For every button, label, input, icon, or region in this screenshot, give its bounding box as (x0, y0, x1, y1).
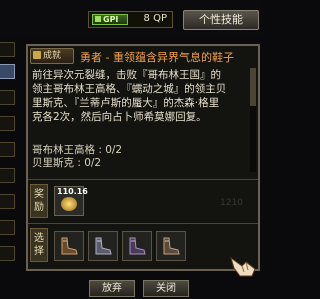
side-tab[interactable] (0, 42, 15, 57)
side-tab[interactable] (0, 220, 15, 235)
quest-objectives: 哥布林王高格 : 0/2 贝里斯克 : 0/2 (32, 144, 122, 170)
gold-coin-icon (61, 197, 77, 211)
quest-title-row: 成就 勇者 - 重领蕴含异界气息的鞋子 (30, 48, 256, 66)
boots-icon (61, 237, 78, 255)
reward-gold-item[interactable]: 110.16 (54, 186, 88, 216)
choose-label-text: 选择 (34, 233, 44, 257)
achievement-tag: 成就 (30, 48, 74, 64)
left-side-tabs (0, 38, 18, 299)
boots-icon (95, 237, 112, 255)
choice-boots-1[interactable] (54, 231, 84, 261)
side-tab[interactable] (0, 116, 15, 131)
currency-display: GPI 8 QP (88, 11, 173, 28)
description-scrollbar[interactable] (250, 68, 256, 172)
choose-reward-row: 选择 (28, 223, 258, 269)
close-button[interactable]: 关闭 (143, 280, 189, 297)
qp-amount: 8 QP (143, 13, 167, 24)
objective-item: 哥布林王高格 : 0/2 (32, 144, 123, 156)
choose-label: 选择 (30, 228, 48, 262)
quest-description: 前往异次元裂缝，击败『哥布林王国』的 领主哥布林王高格、『蠕动之城』的领主贝 里… (32, 68, 254, 124)
boots-icon (163, 237, 180, 255)
gpi-badge: GPI (92, 14, 128, 25)
side-tab-active[interactable] (0, 64, 15, 79)
side-tab[interactable] (0, 168, 15, 183)
objective-item: 贝里斯克 : 0/2 (32, 157, 102, 169)
description-line: 里斯克、『兰蒂卢斯的蜃大』的杰森·格里 (32, 97, 220, 109)
reward-row: 奖励 110.16 1210 (28, 179, 258, 222)
top-bar: GPI 8 QP 个性技能 (0, 0, 263, 36)
gpi-label: GPI (103, 15, 119, 24)
side-tab[interactable] (0, 90, 15, 105)
side-tab[interactable] (0, 246, 15, 261)
side-tab[interactable] (0, 142, 15, 157)
hand-cursor-icon (230, 256, 256, 277)
quest-detail-panel: 成就 勇者 - 重领蕴含异界气息的鞋子 前往异次元裂缝，击败『哥布林王国』的 领… (26, 44, 260, 271)
quest-title: 勇者 - 重领蕴含异界气息的鞋子 (80, 51, 234, 64)
personal-skill-button[interactable]: 个性技能 (183, 10, 259, 30)
description-line: 克各2次，然后向占卜师希莫娜回复。 (32, 111, 207, 123)
description-line: 领主哥布林王高格、『蠕动之城』的领主贝 (32, 83, 227, 95)
reward-label: 奖励 (30, 184, 48, 218)
scrollbar-thumb[interactable] (250, 68, 256, 106)
choice-boots-4[interactable] (156, 231, 186, 261)
side-tab[interactable] (0, 194, 15, 209)
choice-boots-2[interactable] (88, 231, 118, 261)
reward-quantity: 110.16 (57, 187, 88, 196)
abandon-button[interactable]: 放弃 (89, 280, 135, 297)
choice-boots-3[interactable] (122, 231, 152, 261)
achievement-icon (33, 51, 41, 59)
boots-icon (129, 237, 146, 255)
tag-label: 成就 (43, 51, 62, 61)
faint-text: 1210 (220, 198, 243, 208)
check-icon (95, 16, 101, 22)
reward-label-text: 奖励 (34, 189, 44, 213)
description-line: 前往异次元裂缝，击败『哥布林王国』的 (32, 69, 221, 81)
